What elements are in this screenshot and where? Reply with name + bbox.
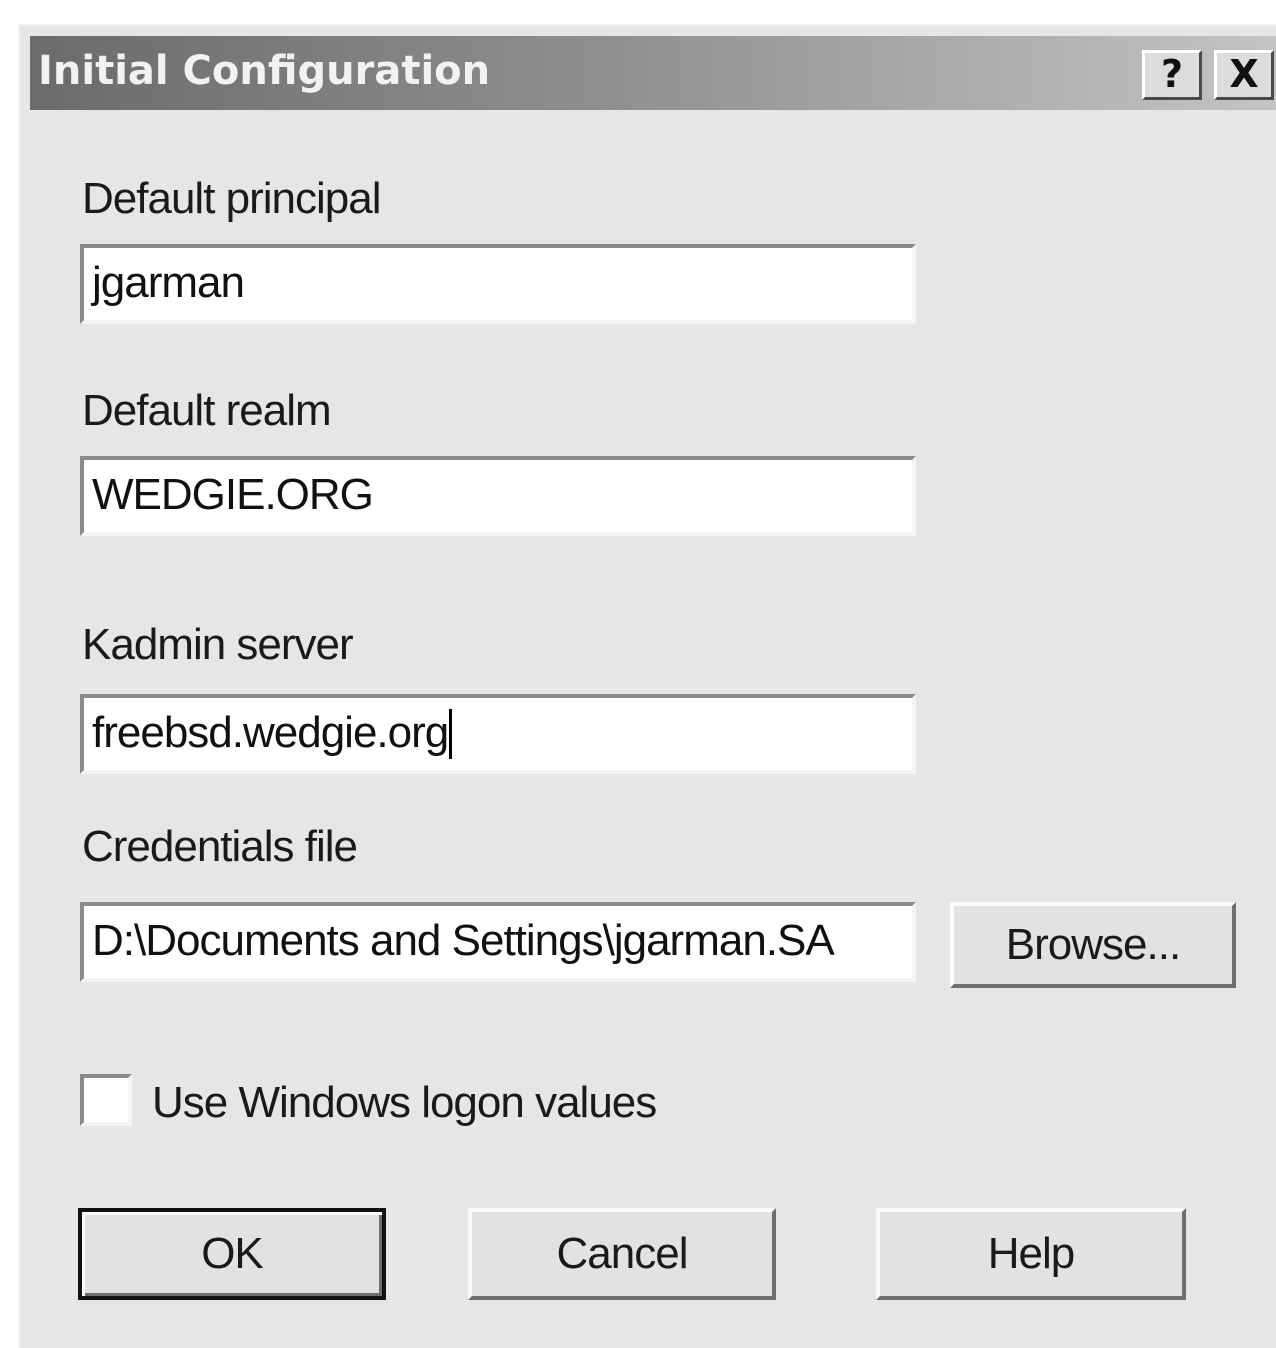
default-realm-label: Default realm [82,386,332,435]
close-button[interactable]: X [1214,50,1274,100]
title-help-button[interactable]: ? [1142,50,1202,100]
cancel-button[interactable]: Cancel [468,1208,776,1300]
credentials-file-label: Credentials file [82,822,358,871]
credentials-file-value: D:\Documents and Settings\jgarman.SA [92,916,835,965]
default-principal-field[interactable]: jgarman [80,244,916,324]
use-windows-logon-checkbox[interactable] [80,1074,132,1126]
default-principal-value: jgarman [92,258,245,307]
kadmin-server-label: Kadmin server [82,620,354,669]
kadmin-server-field[interactable]: freebsd.wedgie.org [80,694,916,774]
text-caret [449,709,453,759]
credentials-file-field[interactable]: D:\Documents and Settings\jgarman.SA [80,902,916,982]
help-button[interactable]: Help [876,1208,1186,1300]
default-realm-value: WEDGIE.ORG [92,470,374,519]
kadmin-server-value: freebsd.wedgie.org [92,708,449,757]
use-windows-logon-label[interactable]: Use Windows logon values [152,1078,657,1128]
title-bar: Initial Configuration ? X [30,36,1276,110]
default-principal-label: Default principal [82,174,381,223]
default-realm-field[interactable]: WEDGIE.ORG [80,456,916,536]
ok-button[interactable]: OK [78,1208,386,1300]
browse-button[interactable]: Browse... [950,902,1236,988]
window-title: Initial Configuration [38,48,491,94]
initial-configuration-dialog: Initial Configuration ? X Default princi… [18,24,1276,1348]
